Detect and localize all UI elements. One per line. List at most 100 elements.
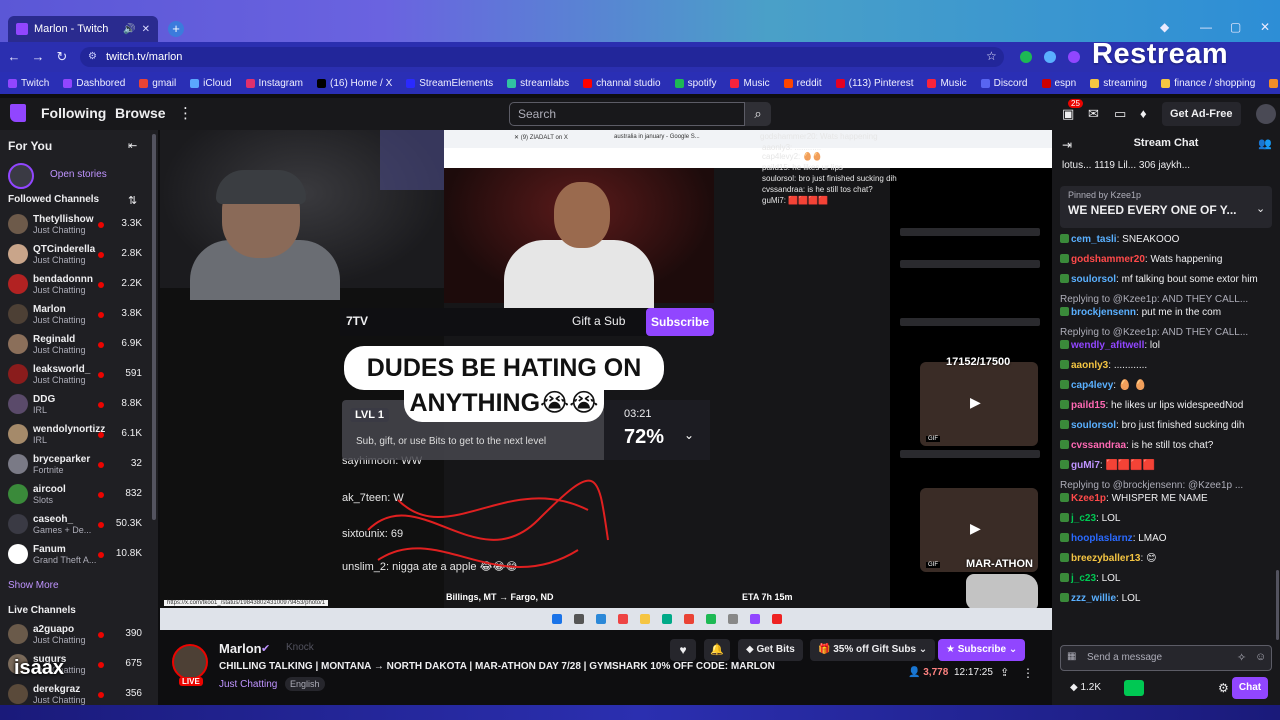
bookmark-item[interactable]: gmail: [139, 78, 176, 89]
chevron-down-icon[interactable]: ⌄: [684, 428, 694, 442]
gift-sub-button[interactable]: Gift a Sub: [572, 314, 625, 328]
more-options-icon[interactable]: ⋮: [178, 104, 193, 122]
new-tab-button[interactable]: +: [168, 21, 184, 37]
mail-icon[interactable]: ✉: [1088, 106, 1099, 122]
tab-close-icon[interactable]: ✕: [142, 24, 150, 35]
subscribe-button[interactable]: ★ Subscribe ⌄: [938, 639, 1026, 661]
chat-badge-icon[interactable]: [1060, 493, 1069, 502]
chat-message[interactable]: Replying to @Kzee1p: AND THEY CALL... wen…: [1060, 326, 1268, 352]
sidebar-channel-caseoh-[interactable]: caseoh_ Games + De... 50.3K: [0, 510, 158, 540]
channel-points[interactable]: ◆ 1.2K: [1070, 682, 1101, 693]
bookmark-item[interactable]: channal studio: [583, 78, 661, 89]
bookmark-item[interactable]: finance / shopping: [1161, 78, 1255, 89]
bookmark-star-icon[interactable]: ☆: [986, 49, 997, 63]
chat-username[interactable]: godshammer20: [1071, 254, 1145, 265]
chat-badge-icon[interactable]: [1060, 360, 1069, 369]
chat-username[interactable]: j_c23: [1071, 513, 1096, 524]
chat-message[interactable]: cap4levy: 🥚 🥚: [1060, 379, 1268, 392]
reply-context[interactable]: Replying to @Kzee1p: AND THEY CALL...: [1060, 293, 1268, 306]
chat-message[interactable]: hooplaslarnz: LMAO: [1060, 532, 1268, 545]
chat-message[interactable]: breezyballer13: 😊: [1060, 552, 1268, 565]
bookmark-item[interactable]: streaming: [1090, 78, 1147, 89]
reply-context[interactable]: Replying to @brockjensenn: @Kzee1p ...: [1060, 479, 1268, 492]
crown-icon[interactable]: ♦: [1140, 106, 1147, 121]
chat-settings-icon[interactable]: ⚙: [1218, 681, 1229, 695]
bookmark-item[interactable]: StreamElements: [406, 78, 493, 89]
channel-name[interactable]: Marlon: [219, 641, 262, 656]
chevron-down-icon[interactable]: ⌄: [1256, 202, 1265, 215]
chat-username[interactable]: cvssandraa: [1071, 440, 1126, 451]
chat-username[interactable]: breezyballer13: [1071, 553, 1141, 564]
sidebar-channel-a2guapo[interactable]: a2guapo Just Chatting 390: [0, 620, 158, 650]
sidebar-channel-derekgraz[interactable]: derekgraz Just Chatting 356: [0, 680, 158, 705]
chat-message[interactable]: soulorsol: bro just finished sucking dih: [1060, 419, 1268, 432]
sidebar-channel-fanum[interactable]: Fanum Grand Theft A... 10.8K: [0, 540, 158, 570]
chat-badge-icon[interactable]: [1060, 513, 1069, 522]
chat-message[interactable]: Replying to @brockjensenn: @Kzee1p ... Kz…: [1060, 479, 1268, 505]
bookmark-item[interactable]: spotify: [674, 78, 716, 89]
twitch-logo-icon[interactable]: [10, 104, 26, 122]
bookmark-item[interactable]: (16) Home / X: [317, 78, 392, 89]
chat-username[interactable]: cem_tasli: [1071, 234, 1117, 245]
chat-badge-icon[interactable]: [1060, 420, 1069, 429]
bits-cheer-icon[interactable]: ✧: [1237, 651, 1246, 664]
sidebar-channel-ddg[interactable]: DDG IRL 8.8K: [0, 390, 158, 420]
sidebar-channel-leaksworld-[interactable]: leaksworld_ Just Chatting 591: [0, 360, 158, 390]
bookmark-item[interactable]: Discord: [980, 78, 1028, 89]
chat-username[interactable]: hooplaslarnz: [1071, 533, 1133, 544]
chat-badge-icon[interactable]: [1060, 274, 1069, 283]
bookmark-item[interactable]: Cjdropshipping: [1269, 78, 1280, 89]
bookmark-item[interactable]: Music: [927, 78, 967, 89]
chat-message[interactable]: soulorsol: mf talking bout some extor hi…: [1060, 273, 1268, 286]
bookmark-item[interactable]: iCloud: [190, 78, 232, 89]
overlay-subscribe-button[interactable]: Subscribe: [646, 308, 714, 336]
chat-send-button[interactable]: Chat: [1232, 677, 1268, 699]
language-tag[interactable]: English: [285, 677, 325, 691]
chat-badge-icon[interactable]: [1060, 593, 1069, 602]
search-icon[interactable]: ⌕: [745, 102, 771, 126]
community-icon[interactable]: 👥: [1258, 137, 1272, 150]
collapse-sidebar-icon[interactable]: ⇤: [128, 139, 137, 152]
site-info-icon[interactable]: ⚙: [88, 47, 97, 67]
chat-badge-icon[interactable]: [1060, 340, 1069, 349]
url-field[interactable]: ⚙ twitch.tv/marlon: [80, 47, 1004, 67]
window-close-icon[interactable]: ✕: [1260, 20, 1270, 34]
maximize-icon[interactable]: ▢: [1230, 20, 1241, 34]
chat-username[interactable]: cap4levy: [1071, 380, 1113, 391]
user-avatar[interactable]: [1256, 104, 1276, 124]
chat-badge-icon[interactable]: [1060, 460, 1069, 469]
chat-username[interactable]: j_c23: [1071, 573, 1096, 584]
share-icon[interactable]: ⇪: [1000, 666, 1009, 679]
notification-bell-icon[interactable]: 🔔: [704, 639, 730, 661]
chat-username[interactable]: wendly_afitwell: [1071, 340, 1144, 351]
chat-message[interactable]: j_c23: LOL: [1060, 572, 1268, 585]
chat-message[interactable]: cem_tasli: SNEAKOOO: [1060, 233, 1268, 246]
chat-message[interactable]: Replying to @Kzee1p: AND THEY CALL... bro…: [1060, 293, 1268, 319]
sidebar-channel-wendolynortizz[interactable]: wendolynortizz IRL 6.1K: [0, 420, 158, 450]
nav-browse[interactable]: Browse: [115, 105, 166, 121]
sidebar-channel-aircool[interactable]: aircool Slots 832: [0, 480, 158, 510]
chat-badge-icon[interactable]: [1060, 380, 1069, 389]
chat-username[interactable]: paild15: [1071, 400, 1105, 411]
top-gifters-row[interactable]: lotus... 1119 Lil... 306 jaykh...: [1062, 160, 1272, 171]
get-bits-button[interactable]: ◆ Get Bits: [738, 639, 803, 661]
chat-username[interactable]: soulorsol: [1071, 420, 1116, 431]
chat-badge-icon[interactable]: ▦: [1067, 651, 1076, 662]
chat-badge-icon[interactable]: [1060, 234, 1069, 243]
chat-message[interactable]: guMi7: 🟥🟥🟥🟥: [1060, 459, 1268, 472]
knock-button[interactable]: Knock: [286, 642, 314, 653]
chat-badge-icon[interactable]: [1060, 254, 1069, 263]
open-stories-link[interactable]: Open stories: [50, 169, 107, 180]
bookmark-item[interactable]: Dashbored: [63, 78, 125, 89]
get-ad-free-button[interactable]: Get Ad-Free: [1162, 102, 1241, 126]
emote-picker-icon[interactable]: ☺: [1255, 651, 1266, 663]
inbox-icon[interactable]: ▣: [1062, 106, 1074, 122]
minimize-icon[interactable]: —: [1200, 20, 1212, 34]
chat-badge-icon[interactable]: [1060, 533, 1069, 542]
search-input[interactable]: Search: [509, 102, 745, 126]
video-player[interactable]: ✕ (9) ZIADALT on X australia in january …: [160, 130, 1052, 630]
sidebar-channel-reginald[interactable]: Reginald Just Chatting 6.9K: [0, 330, 158, 360]
channel-avatar[interactable]: [172, 644, 208, 680]
extension-icon[interactable]: [1020, 51, 1032, 63]
bookmark-item[interactable]: (113) Pinterest: [835, 78, 913, 89]
